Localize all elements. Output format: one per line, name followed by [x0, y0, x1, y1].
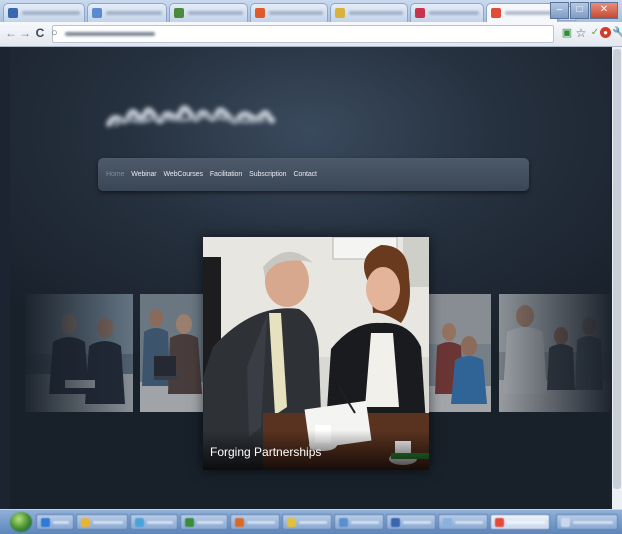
nav-item-webinar[interactable]: Webinar — [131, 171, 156, 178]
window-controls: – □ ✕ — [550, 2, 618, 19]
carousel-slide-left-inner[interactable] — [140, 294, 204, 412]
favicon-icon — [92, 8, 102, 18]
nav-item-home[interactable]: Home — [106, 171, 124, 178]
taskbar-item[interactable] — [180, 514, 228, 530]
favicon-icon — [255, 8, 265, 18]
browser-tab[interactable] — [169, 3, 248, 22]
taskbar-item[interactable] — [386, 514, 436, 530]
taskbar-item[interactable] — [282, 514, 332, 530]
page-viewport: Home Webinar WebCourses Facilitation Sub… — [10, 47, 610, 509]
forward-icon[interactable]: → — [18, 26, 32, 40]
browser-toolbar: ← → C ○ ▣ ☆ ✓ ● 🔧 — [0, 22, 622, 47]
browser-tab-strip: – □ ✕ — [0, 0, 622, 23]
taskbar-item[interactable] — [36, 514, 74, 530]
favicon-icon — [415, 8, 425, 18]
favicon-icon — [491, 8, 501, 18]
nav-item-subscription[interactable]: Subscription — [249, 171, 286, 178]
close-icon[interactable]: ✕ — [590, 2, 618, 19]
site-logo[interactable] — [105, 102, 276, 134]
vertical-scrollbar[interactable] — [612, 47, 622, 509]
back-icon[interactable]: ← — [4, 26, 18, 40]
carousel-caption: Forging Partnerships — [203, 430, 429, 470]
reload-icon[interactable]: C — [33, 26, 47, 40]
minimize-icon[interactable]: – — [550, 2, 569, 19]
taskbar-item[interactable] — [130, 514, 178, 530]
browser-tab[interactable] — [250, 3, 328, 22]
page-action-icon[interactable]: ▣ — [560, 26, 574, 40]
wrench-icon[interactable]: 🔧 — [612, 26, 622, 40]
carousel-slide-right-inner[interactable] — [429, 294, 491, 412]
start-button[interactable] — [10, 512, 32, 532]
page-icon: ○ — [51, 27, 58, 39]
adblock-icon[interactable]: ● — [600, 27, 611, 38]
browser-tab[interactable] — [330, 3, 408, 22]
carousel-caption-text: Forging Partnerships — [210, 445, 322, 459]
main-navigation: Home Webinar WebCourses Facilitation Sub… — [98, 158, 529, 191]
nav-item-webcourses[interactable]: WebCourses — [164, 171, 203, 178]
taskbar-item-active[interactable] — [490, 514, 550, 530]
nav-item-contact[interactable]: Contact — [293, 171, 317, 178]
browser-tab[interactable] — [87, 3, 167, 22]
favicon-icon — [335, 8, 345, 18]
favicon-icon — [174, 8, 184, 18]
browser-tab[interactable] — [410, 3, 484, 22]
carousel-slide-right-outer[interactable] — [499, 294, 610, 412]
scrollbar-thumb[interactable] — [613, 49, 621, 489]
os-taskbar — [0, 509, 622, 534]
address-bar[interactable]: ○ — [51, 25, 554, 43]
maximize-icon[interactable]: □ — [570, 2, 589, 19]
bookmark-star-icon[interactable]: ☆ — [574, 26, 588, 40]
taskbar-item[interactable] — [76, 514, 128, 530]
taskbar-item[interactable] — [438, 514, 488, 530]
taskbar-item[interactable] — [334, 514, 384, 530]
carousel-slide-left-outer[interactable] — [25, 294, 133, 412]
browser-tab[interactable] — [3, 3, 85, 22]
favicon-icon — [8, 8, 18, 18]
taskbar-item[interactable] — [230, 514, 280, 530]
browser-tab-active[interactable] — [486, 3, 558, 22]
carousel-slide-active[interactable]: Forging Partnerships — [203, 237, 429, 470]
nav-item-facilitation[interactable]: Facilitation — [210, 171, 242, 178]
system-tray — [556, 514, 618, 530]
